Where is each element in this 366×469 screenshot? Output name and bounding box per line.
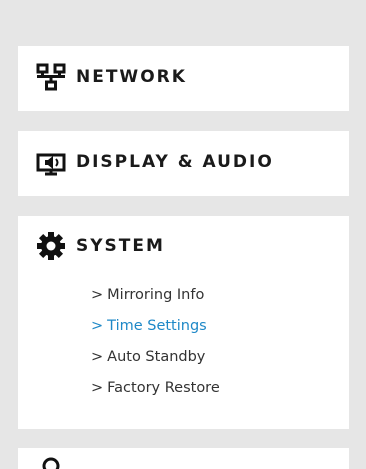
chevron-right-icon: > bbox=[91, 380, 104, 396]
chevron-right-icon: > bbox=[91, 349, 104, 365]
submenu-item-auto-standby[interactable]: > Auto Standby bbox=[91, 346, 220, 377]
chevron-right-icon: > bbox=[91, 287, 104, 303]
submenu-item-label: Time Settings bbox=[107, 318, 207, 334]
display-audio-section: DISPLAY & AUDIO bbox=[18, 131, 349, 196]
submenu-item-factory-restore[interactable]: > Factory Restore bbox=[91, 377, 220, 408]
display-audio-section-label: DISPLAY & AUDIO bbox=[76, 152, 274, 172]
submenu-item-time-settings[interactable]: > Time Settings bbox=[91, 315, 220, 346]
system-section-header[interactable]: SYSTEM bbox=[36, 231, 165, 261]
system-submenu: > Mirroring Info > Time Settings > Auto Sta… bbox=[91, 284, 220, 408]
user-icon bbox=[36, 456, 68, 469]
submenu-item-label: Mirroring Info bbox=[107, 287, 205, 303]
network-section-header[interactable]: NETWORK bbox=[36, 62, 187, 92]
network-section-label: NETWORK bbox=[76, 67, 187, 87]
system-section-label: SYSTEM bbox=[76, 236, 165, 256]
display-audio-icon bbox=[36, 147, 68, 177]
chevron-right-icon: > bbox=[91, 318, 104, 334]
network-icon bbox=[36, 62, 68, 92]
system-section: SYSTEM > Mirroring Info > Time Settings > A… bbox=[18, 216, 349, 429]
display-audio-section-header[interactable]: DISPLAY & AUDIO bbox=[36, 147, 274, 177]
settings-side-menu: NETWORK DISPLAY & AUDIO SYSTEM > Mirrori… bbox=[0, 0, 366, 469]
submenu-item-mirroring-info[interactable]: > Mirroring Info bbox=[91, 284, 220, 315]
submenu-item-label: Auto Standby bbox=[107, 349, 206, 365]
gear-icon bbox=[36, 231, 68, 261]
next-section-partial bbox=[18, 448, 349, 469]
submenu-item-label: Factory Restore bbox=[107, 380, 220, 396]
next-section-header[interactable] bbox=[36, 456, 68, 469]
network-section: NETWORK bbox=[18, 46, 349, 111]
